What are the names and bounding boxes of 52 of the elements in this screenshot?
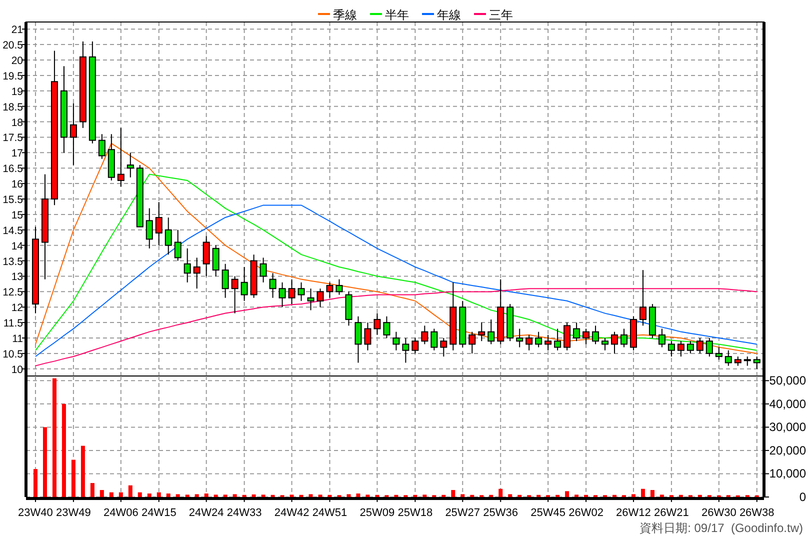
axis-tick-label: 18.5 <box>2 101 23 114</box>
data-date-caption: 資料日期: 09/17 (Goodinfo.tw) <box>640 521 803 535</box>
axis-tick-label: 16.5 <box>2 163 23 176</box>
axis-tick-label: 20 <box>11 55 23 67</box>
axis-tick-label: 11 <box>12 333 23 345</box>
axis-tick-label: 16 <box>11 178 23 191</box>
axis-tick-label: 0 <box>799 490 806 504</box>
axis-tick-label: 50,000 <box>769 374 806 388</box>
axis-tick-label: 25W09 <box>360 507 395 519</box>
axis-tick-label: 10 <box>11 364 23 376</box>
axis-tick-label: 21 <box>11 24 23 36</box>
axis-tick-label: 12 <box>11 302 23 314</box>
axis-tick-label: 24W51 <box>312 507 348 519</box>
legend-label: 三年 <box>489 8 513 22</box>
axis-tick-label: 24W33 <box>226 507 262 519</box>
axis-tick-label: 14.5 <box>2 224 23 237</box>
axis-tick-label: 20,000 <box>769 443 806 458</box>
axis-tick-label: 10.5 <box>2 348 23 360</box>
axis-tick-label: 17 <box>11 148 23 160</box>
axis-tick-label: 18 <box>11 116 23 129</box>
axis-tick-label: 26W30 <box>701 507 736 519</box>
axis-tick-label: 23W40 <box>18 507 53 519</box>
axis-tick-label: 14 <box>11 240 23 252</box>
axis-tick-label: 26W21 <box>654 507 689 519</box>
legend-label: 半年 <box>385 8 409 22</box>
axis-tick-label: 17.5 <box>2 132 23 144</box>
axis-tick-label: 11.5 <box>3 318 23 330</box>
axis-tick-label: 23W49 <box>56 507 91 519</box>
axis-tick-label: 26W02 <box>568 507 604 519</box>
axis-tick-label: 10,000 <box>769 466 806 481</box>
axis-tick-label: 19.5 <box>2 70 23 82</box>
axis-tick-label: 15.5 <box>2 194 23 206</box>
axis-tick-label: 25W18 <box>398 507 433 519</box>
axis-tick-label: 19 <box>11 86 23 98</box>
axis-tick-label: 20.5 <box>2 40 23 52</box>
axis-tick-label: 26W38 <box>739 507 774 519</box>
axis-tick-label: 13.5 <box>2 256 23 268</box>
axis-tick-label: 40,000 <box>769 396 806 411</box>
axis-tick-label: 15 <box>11 209 23 222</box>
axis-tick-label: 12.5 <box>2 286 23 299</box>
axis-tick-label: 25W36 <box>483 507 518 519</box>
legend-label: 季線 <box>333 8 357 22</box>
axis-tick-label: 24W06 <box>104 507 138 519</box>
axis-tick-label: 24W15 <box>141 507 176 519</box>
axis-tick-label: 25W45 <box>530 507 566 519</box>
axis-tick-label: 26W12 <box>616 507 651 519</box>
axis-tick-label: 25W27 <box>445 507 480 519</box>
axis-tick-label: 13 <box>11 271 23 284</box>
legend-label: 年線 <box>437 8 461 22</box>
axis-tick-label: 24W42 <box>274 507 310 519</box>
axis-tick-label: 30,000 <box>769 420 806 434</box>
axis-tick-label: 24W24 <box>188 507 224 519</box>
